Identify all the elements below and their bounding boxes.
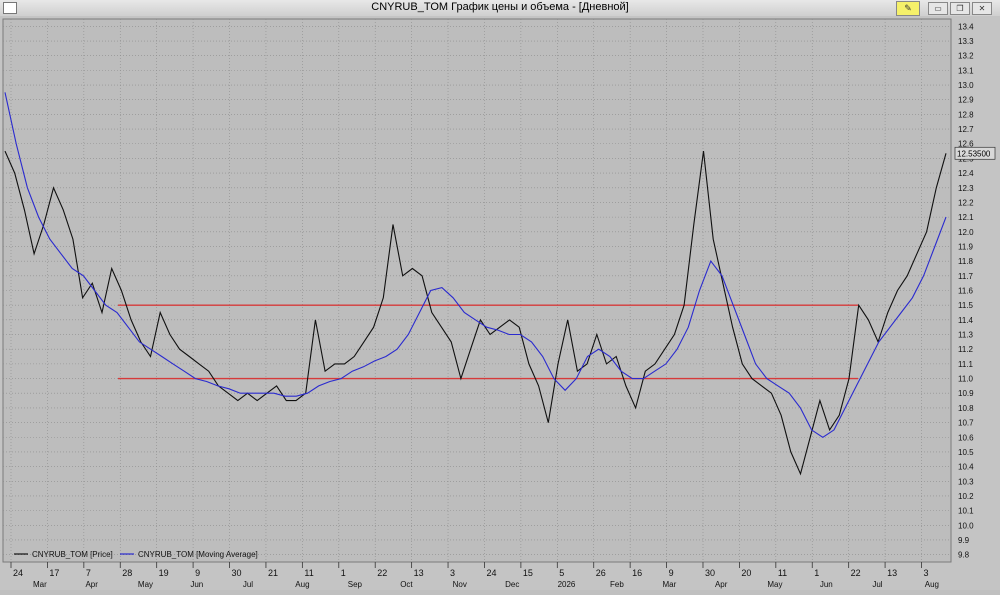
x-tick-month: Aug <box>295 580 309 589</box>
y-tick-label: 11.6 <box>958 287 974 296</box>
y-tick-label: 11.3 <box>958 331 974 340</box>
y-tick-label: 13.0 <box>958 81 974 90</box>
x-tick-month: Sep <box>348 580 363 589</box>
x-tick-month: Oct <box>400 580 413 589</box>
x-tick-day: 9 <box>195 568 200 578</box>
y-tick-label: 10.6 <box>958 433 974 442</box>
x-tick-month: Jun <box>190 580 203 589</box>
y-tick-label: 9.9 <box>958 536 970 545</box>
x-tick-month: Mar <box>33 580 47 589</box>
legend-label: CNYRUB_TOM [Price] <box>32 550 113 559</box>
x-tick-month: Aug <box>925 580 939 589</box>
y-tick-label: 11.8 <box>958 257 974 266</box>
y-tick-label: 12.7 <box>958 125 974 134</box>
restore-icon[interactable]: ❐ <box>950 2 970 15</box>
pin-icon[interactable]: ✎ <box>896 1 920 16</box>
y-tick-label: 12.8 <box>958 110 974 119</box>
chart-area[interactable]: 9.8 9.9 10.0 10.1 10.2 10.3 10.4 10.5 10.6 10.7 10… <box>0 16 1000 590</box>
y-tick-label: 12.0 <box>958 228 974 237</box>
x-tick-day: 17 <box>49 568 59 578</box>
y-tick-label: 11.7 <box>958 272 974 281</box>
x-tick-month: 2026 <box>558 580 576 589</box>
y-tick-label: 13.2 <box>958 52 974 61</box>
x-tick-day: 20 <box>741 568 751 578</box>
y-tick-label: 11.4 <box>958 316 974 325</box>
x-tick-day: 30 <box>705 568 715 578</box>
y-tick-label: 11.9 <box>958 242 974 251</box>
y-tick-label: 11.5 <box>958 301 974 310</box>
x-tick-day: 1 <box>814 568 819 578</box>
y-tick-label: 10.7 <box>958 419 974 428</box>
x-tick-month: May <box>767 580 782 589</box>
y-tick-label: 10.2 <box>958 492 974 501</box>
minimize-icon[interactable]: ▭ <box>928 2 948 15</box>
x-tick-day: 26 <box>596 568 606 578</box>
x-tick-day: 7 <box>86 568 91 578</box>
x-tick-day: 13 <box>414 568 424 578</box>
y-tick-label: 13.4 <box>958 22 974 31</box>
y-tick-label: 11.2 <box>958 345 974 354</box>
y-tick-label: 10.8 <box>958 404 974 413</box>
legend-label: CNYRUB_TOM [Moving Average] <box>138 550 258 559</box>
chart-window: CNYRUB_TOM График цены и объема - [Дневн… <box>0 0 1000 590</box>
y-tick-label: 13.1 <box>958 66 974 75</box>
x-tick-month: Dec <box>505 580 519 589</box>
x-tick-day: 11 <box>304 568 313 578</box>
y-tick-label: 12.3 <box>958 184 974 193</box>
x-tick-day: 3 <box>924 568 929 578</box>
x-tick-day: 24 <box>13 568 23 578</box>
x-tick-month: Nov <box>453 580 467 589</box>
last-price-label: 12.53500 <box>957 149 991 158</box>
x-tick-day: 11 <box>778 568 787 578</box>
y-tick-label: 12.1 <box>958 213 974 222</box>
x-tick-month: Apr <box>85 580 98 589</box>
y-tick-label: 10.5 <box>958 448 974 457</box>
y-tick-label: 9.8 <box>958 551 970 560</box>
x-tick-day: 16 <box>632 568 642 578</box>
price-chart[interactable]: 9.8 9.9 10.0 10.1 10.2 10.3 10.4 10.5 10.6 10.7 10… <box>0 16 1000 590</box>
y-tick-label: 12.4 <box>958 169 974 178</box>
x-tick-month: Feb <box>610 580 624 589</box>
x-tick-day: 24 <box>486 568 496 578</box>
title-bar[interactable]: CNYRUB_TOM График цены и объема - [Дневн… <box>0 0 1000 17</box>
x-tick-day: 13 <box>887 568 897 578</box>
x-tick-day: 28 <box>122 568 132 578</box>
x-tick-day: 30 <box>232 568 242 578</box>
y-tick-label: 10.4 <box>958 463 974 472</box>
x-tick-day: 21 <box>268 568 278 578</box>
x-tick-month: Apr <box>715 580 728 589</box>
x-tick-day: 5 <box>559 568 564 578</box>
y-tick-label: 12.2 <box>958 198 974 207</box>
close-icon[interactable]: ✕ <box>972 2 992 15</box>
y-tick-label: 12.9 <box>958 96 974 105</box>
y-tick-label: 10.1 <box>958 507 974 516</box>
window-title: CNYRUB_TOM График цены и объема - [Дневн… <box>371 1 629 13</box>
y-tick-label: 10.9 <box>958 389 974 398</box>
x-tick-month: Jun <box>820 580 833 589</box>
x-tick-month: Mar <box>662 580 676 589</box>
y-tick-label: 11.0 <box>958 375 974 384</box>
y-tick-label: 13.3 <box>958 37 974 46</box>
y-tick-label: 10.3 <box>958 477 974 486</box>
x-tick-day: 19 <box>159 568 169 578</box>
x-tick-day: 9 <box>669 568 674 578</box>
x-tick-day: 22 <box>851 568 861 578</box>
x-tick-day: 3 <box>450 568 455 578</box>
x-tick-day: 1 <box>341 568 346 578</box>
x-tick-month: May <box>138 580 153 589</box>
x-tick-day: 15 <box>523 568 533 578</box>
x-tick-month: Jul <box>243 580 253 589</box>
x-tick-day: 22 <box>377 568 387 578</box>
x-tick-month: Jul <box>872 580 882 589</box>
y-tick-label: 11.1 <box>958 360 974 369</box>
y-tick-label: 10.0 <box>958 521 974 530</box>
